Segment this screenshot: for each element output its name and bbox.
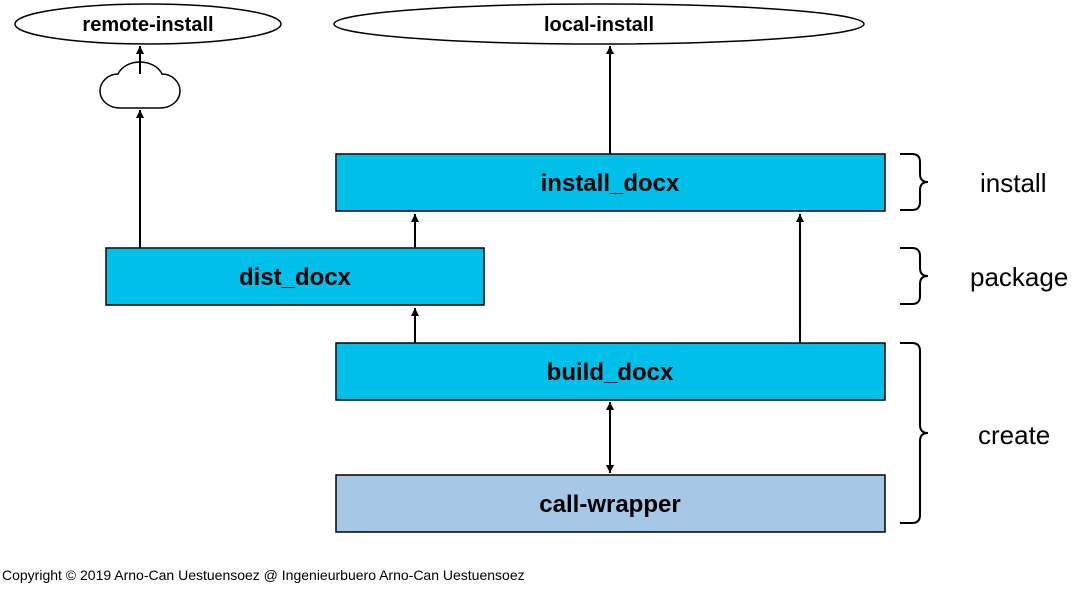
- node-call-wrapper: call-wrapper: [336, 475, 885, 532]
- label-group-package: package: [970, 262, 1068, 292]
- label-build-docx: build_docx: [547, 359, 674, 386]
- node-build-docx: build_docx: [336, 343, 885, 400]
- node-install-docx: install_docx: [336, 154, 885, 211]
- label-group-create: create: [978, 420, 1050, 450]
- node-remote-install: remote-install: [15, 4, 281, 44]
- label-call-wrapper: call-wrapper: [539, 491, 680, 518]
- node-dist-docx: dist_docx: [106, 248, 484, 305]
- diagram-canvas: remote-install local-install install_doc…: [0, 0, 1083, 593]
- label-install-docx: install_docx: [541, 170, 680, 197]
- copyright-text: Copyright © 2019 Arno-Can Uestuensoez @ …: [2, 567, 525, 583]
- label-remote-install: remote-install: [82, 14, 213, 36]
- brace-create: create: [900, 343, 1050, 523]
- brace-install: install: [900, 154, 1046, 210]
- brace-package: package: [900, 248, 1068, 304]
- label-local-install: local-install: [544, 14, 654, 36]
- label-dist-docx: dist_docx: [239, 264, 352, 291]
- node-local-install: local-install: [334, 4, 864, 44]
- label-group-install: install: [980, 168, 1046, 198]
